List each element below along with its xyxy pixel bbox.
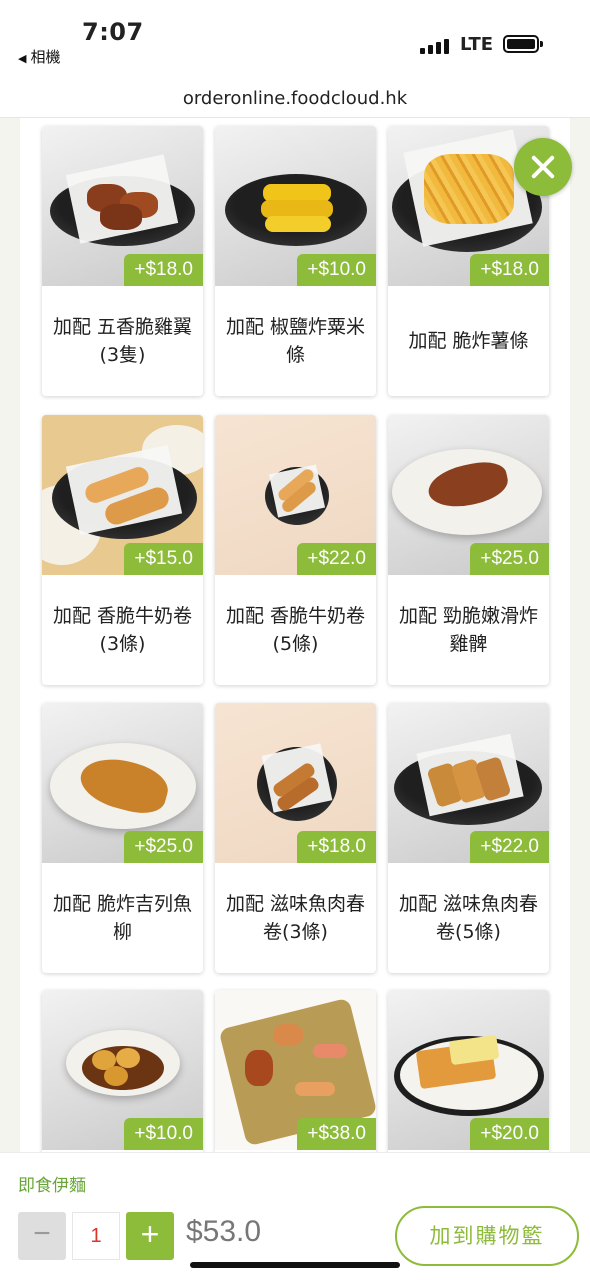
addon-panel: +$18.0 加配 五香脆雞翼(3隻) +$10.0 加配 椒鹽炸粟米條 +$1… bbox=[20, 118, 570, 1152]
addon-card[interactable]: +$38.0 bbox=[215, 990, 376, 1152]
back-arrow-icon: ◀ bbox=[18, 52, 27, 65]
url-text: orderonline.foodcloud.hk bbox=[182, 88, 408, 109]
addon-name: 加配 脆炸吉列魚柳 bbox=[52, 893, 193, 943]
quantity-minus-button[interactable]: − bbox=[18, 1212, 66, 1260]
status-time: 7:07 bbox=[82, 18, 144, 46]
addon-card[interactable]: +$15.0 加配 香脆牛奶卷 (3條) bbox=[42, 415, 203, 685]
addon-price: +$25.0 bbox=[470, 543, 549, 575]
addon-photo-drumstick: +$25.0 bbox=[388, 415, 549, 575]
addon-card[interactable]: +$18.0 加配 五香脆雞翼(3隻) bbox=[42, 126, 203, 396]
addon-photo-fishballs: +$10.0 bbox=[42, 990, 203, 1150]
addon-name: 加配 椒鹽炸粟米條 bbox=[225, 316, 366, 366]
addon-price: +$18.0 bbox=[297, 831, 376, 863]
selected-item-label: 即食伊麵 bbox=[18, 1176, 86, 1196]
addon-name: 加配 脆炸薯條 bbox=[408, 330, 529, 352]
status-bar: 7:07 ◀ 相機 LTE bbox=[0, 0, 590, 80]
signal-icon bbox=[420, 38, 450, 54]
back-label: 相機 bbox=[30, 48, 61, 66]
addon-price: +$10.0 bbox=[297, 254, 376, 286]
quantity-field[interactable]: 1 bbox=[72, 1212, 120, 1260]
addon-name: 加配 五香脆雞翼(3隻) bbox=[52, 316, 193, 366]
addon-card[interactable]: +$10.0 加配 椒鹽炸粟米條 bbox=[215, 126, 376, 396]
addon-card[interactable]: +$22.0 加配 滋味魚肉春卷(5條) bbox=[388, 703, 549, 973]
addon-name: 加配 香脆牛奶卷 (3條) bbox=[52, 605, 193, 655]
addon-price: +$22.0 bbox=[470, 831, 549, 863]
back-to-camera-link[interactable]: ◀ 相機 bbox=[18, 46, 60, 67]
addon-card[interactable]: +$18.0 加配 滋味魚肉春卷(3條) bbox=[215, 703, 376, 973]
addon-photo-fish-fillet: +$25.0 bbox=[42, 703, 203, 863]
addon-price: +$38.0 bbox=[297, 1118, 376, 1150]
addon-name: 加配 勁脆嫩滑炸雞髀 bbox=[398, 605, 539, 655]
addon-price: +$18.0 bbox=[470, 254, 549, 286]
addon-photo-spring-rolls-5: +$22.0 bbox=[388, 703, 549, 863]
addon-price: +$18.0 bbox=[124, 254, 203, 286]
addon-photo-toast: +$20.0 bbox=[388, 990, 549, 1150]
addon-name: 加配 滋味魚肉春卷(5條) bbox=[398, 893, 539, 943]
addon-price: +$22.0 bbox=[297, 543, 376, 575]
addon-price: +$15.0 bbox=[124, 543, 203, 575]
addon-photo-corn: +$10.0 bbox=[215, 126, 376, 286]
addon-price: +$10.0 bbox=[124, 1118, 203, 1150]
home-indicator[interactable] bbox=[190, 1262, 400, 1268]
add-to-cart-button[interactable]: 加到購物籃 bbox=[395, 1206, 579, 1266]
addon-card[interactable]: +$20.0 bbox=[388, 990, 549, 1152]
addon-price: +$20.0 bbox=[470, 1118, 549, 1150]
network-label: LTE bbox=[460, 34, 494, 55]
addon-card[interactable]: +$22.0 加配 香脆牛奶卷 (5條) bbox=[215, 415, 376, 685]
addon-card[interactable]: +$10.0 bbox=[42, 990, 203, 1152]
close-icon[interactable] bbox=[514, 138, 572, 196]
addon-photo-platter: +$38.0 bbox=[215, 990, 376, 1150]
url-bar[interactable]: orderonline.foodcloud.hk bbox=[0, 80, 590, 118]
total-price: $53.0 bbox=[186, 1215, 262, 1248]
addon-photo-spring-rolls-3: +$18.0 bbox=[215, 703, 376, 863]
addon-card[interactable]: +$25.0 加配 脆炸吉列魚柳 bbox=[42, 703, 203, 973]
order-bar: 即食伊麵 − 1 + $53.0 加到購物籃 bbox=[0, 1152, 590, 1280]
addon-list[interactable]: +$18.0 加配 五香脆雞翼(3隻) +$10.0 加配 椒鹽炸粟米條 +$1… bbox=[0, 118, 590, 1152]
addon-card[interactable]: +$25.0 加配 勁脆嫩滑炸雞髀 bbox=[388, 415, 549, 685]
battery-icon bbox=[503, 35, 543, 53]
addon-photo-wings: +$18.0 bbox=[42, 126, 203, 286]
addon-photo-milk-rolls-5: +$22.0 bbox=[215, 415, 376, 575]
addon-name: 加配 滋味魚肉春卷(3條) bbox=[225, 893, 366, 943]
quantity-plus-button[interactable]: + bbox=[126, 1212, 174, 1260]
addon-price: +$25.0 bbox=[124, 831, 203, 863]
addon-photo-milk-rolls-3: +$15.0 bbox=[42, 415, 203, 575]
addon-name: 加配 香脆牛奶卷 (5條) bbox=[225, 605, 366, 655]
